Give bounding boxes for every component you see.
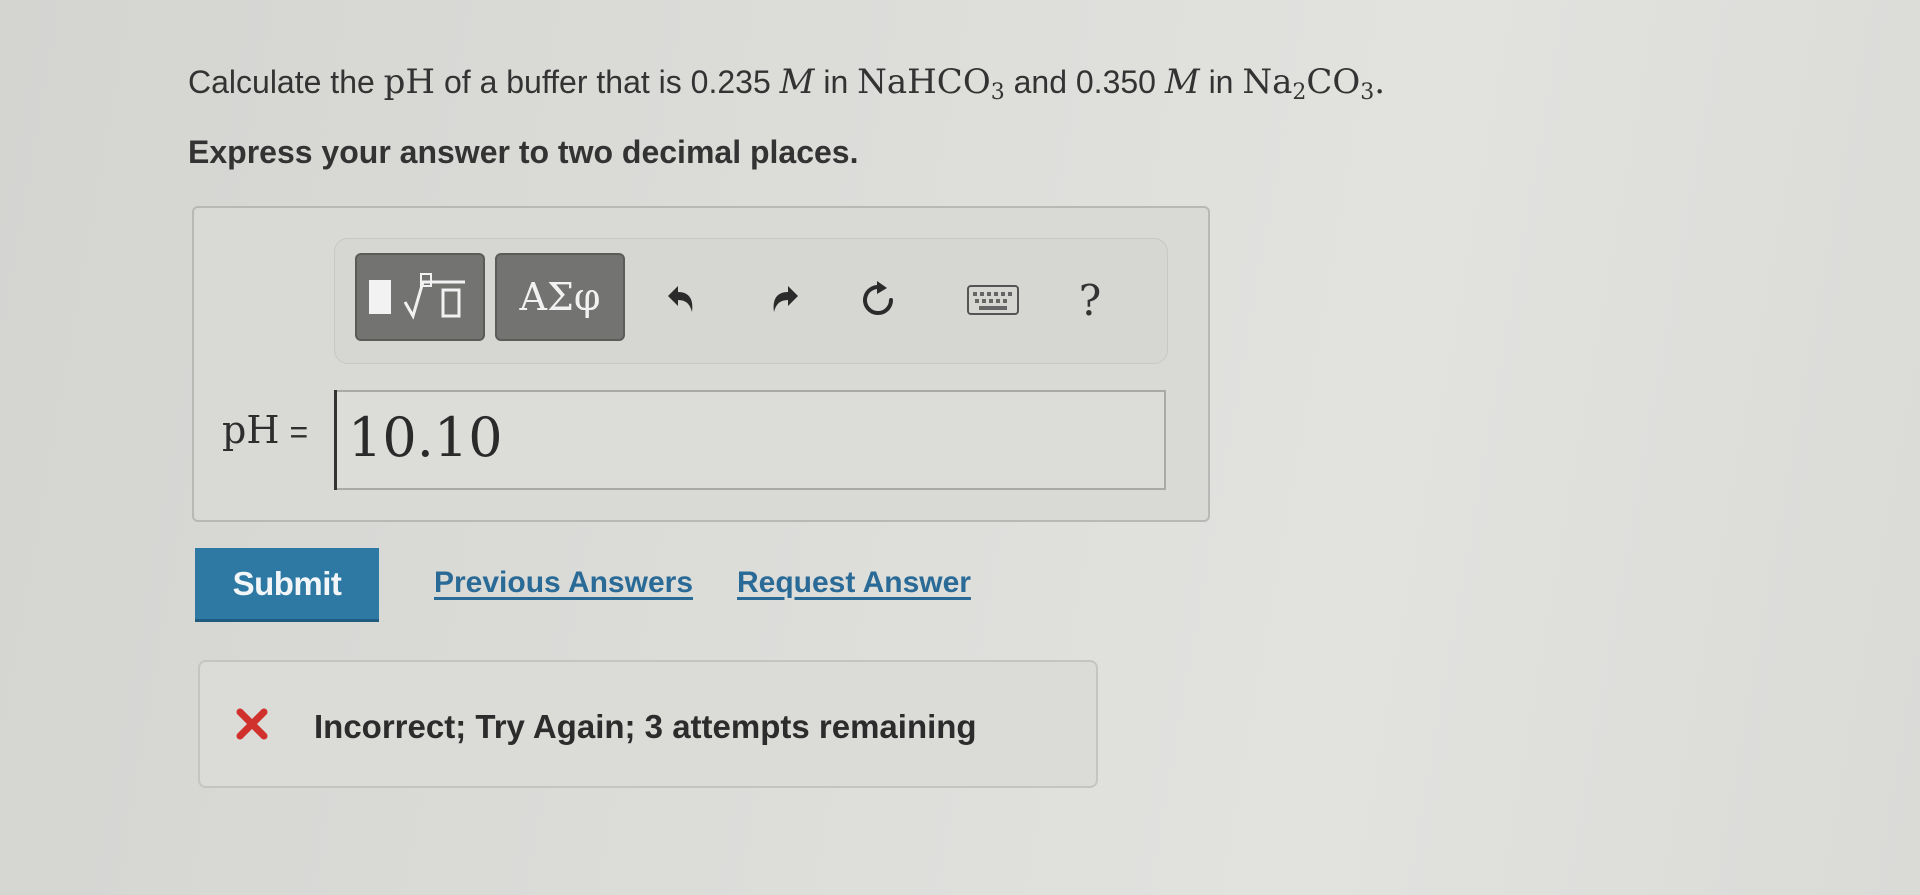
- keyboard-icon: [967, 285, 1019, 315]
- question-end: .: [1374, 62, 1386, 102]
- ph-label-text: pH: [222, 408, 280, 452]
- answer-label: pH =: [222, 408, 308, 452]
- question-prefix: Calculate the: [188, 64, 384, 100]
- templates-button[interactable]: [355, 253, 485, 341]
- help-icon: ?: [1078, 275, 1102, 325]
- keyboard-button[interactable]: [963, 275, 1023, 325]
- symbols-label: ΑΣφ: [519, 275, 601, 319]
- reset-button[interactable]: [853, 275, 903, 325]
- redo-button[interactable]: [763, 275, 813, 325]
- math-toolbar: ΑΣφ ?: [334, 238, 1168, 364]
- templates-icon: [369, 272, 471, 322]
- question-part2: of a buffer that is 0.235: [435, 64, 780, 100]
- request-answer-link[interactable]: Request Answer: [737, 566, 971, 600]
- previous-answers-link[interactable]: Previous Answers: [434, 566, 693, 600]
- help-button[interactable]: ?: [1065, 275, 1115, 325]
- question-ph-symbol: pH: [383, 62, 436, 102]
- feedback-box: Incorrect; Try Again; 3 attempts remaini…: [198, 660, 1098, 788]
- question-part3: in: [814, 64, 858, 100]
- compound-nahco3: NaHCO3: [857, 62, 1005, 105]
- instruction-text: Express your answer to two decimal place…: [188, 134, 859, 170]
- answer-panel: ΑΣφ ? pH = 10.10: [192, 206, 1210, 522]
- equals-sign: =: [289, 414, 309, 450]
- reset-icon: [863, 281, 894, 316]
- submit-button[interactable]: Submit: [195, 548, 379, 622]
- question-text: Calculate the pH of a buffer that is 0.2…: [188, 62, 1385, 105]
- undo-icon: [668, 286, 693, 312]
- input-cursor-bar: [334, 390, 337, 490]
- compound-na2co3: Na2CO3: [1242, 62, 1375, 105]
- question-part4: and 0.350: [1004, 64, 1165, 100]
- question-part5: in: [1199, 64, 1243, 100]
- symbols-button[interactable]: ΑΣφ: [495, 253, 625, 341]
- answer-input[interactable]: 10.10: [334, 390, 1166, 490]
- x-mark-icon: [236, 708, 268, 740]
- feedback-message: Incorrect; Try Again; 3 attempts remaini…: [314, 708, 977, 745]
- question-molar1: M: [779, 62, 815, 102]
- question-molar2: M: [1164, 62, 1200, 102]
- undo-button[interactable]: [653, 275, 703, 325]
- redo-icon: [773, 286, 798, 312]
